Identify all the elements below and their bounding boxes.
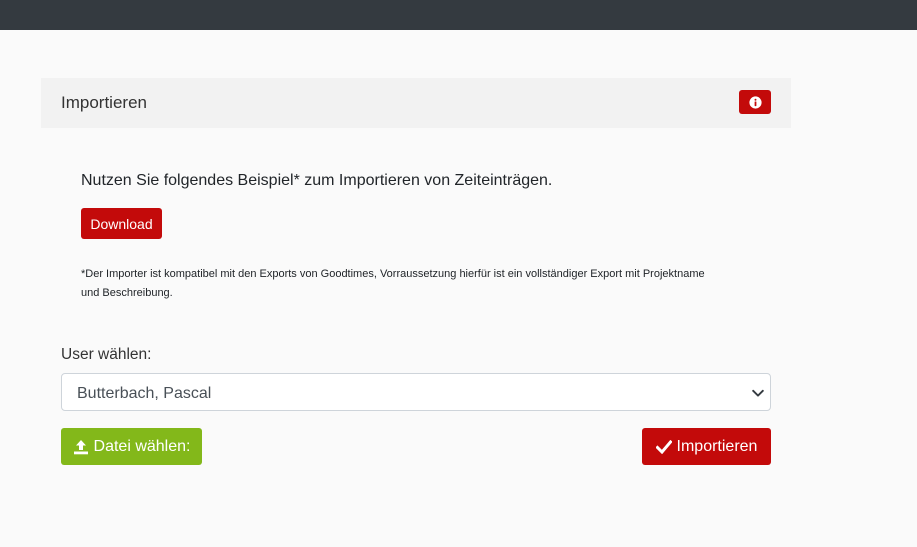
compatibility-note: *Der Importer ist kompatibel mit den Exp… xyxy=(81,268,705,299)
choose-file-button[interactable]: Datei wählen: xyxy=(61,428,202,465)
import-label: Importieren xyxy=(676,437,758,455)
top-navbar xyxy=(0,0,917,30)
user-select-value: Butterbach, Pascal xyxy=(77,385,212,402)
user-select-label: User wählen: xyxy=(61,346,152,363)
choose-file-label: Datei wählen: xyxy=(93,437,191,455)
info-button[interactable] xyxy=(739,90,771,114)
card-header: Importieren xyxy=(41,78,791,128)
user-select[interactable]: Butterbach, Pascal xyxy=(61,373,771,411)
card-title: Importieren xyxy=(61,93,147,112)
info-circle-icon xyxy=(748,95,762,109)
download-button[interactable]: Download xyxy=(81,208,162,239)
check-icon xyxy=(655,439,672,454)
intro-text: Nutzen Sie folgendes Beispiel* zum Impor… xyxy=(81,172,553,189)
import-button[interactable]: Importieren xyxy=(642,428,771,465)
upload-icon xyxy=(73,439,88,454)
chevron-down-icon xyxy=(752,389,764,397)
